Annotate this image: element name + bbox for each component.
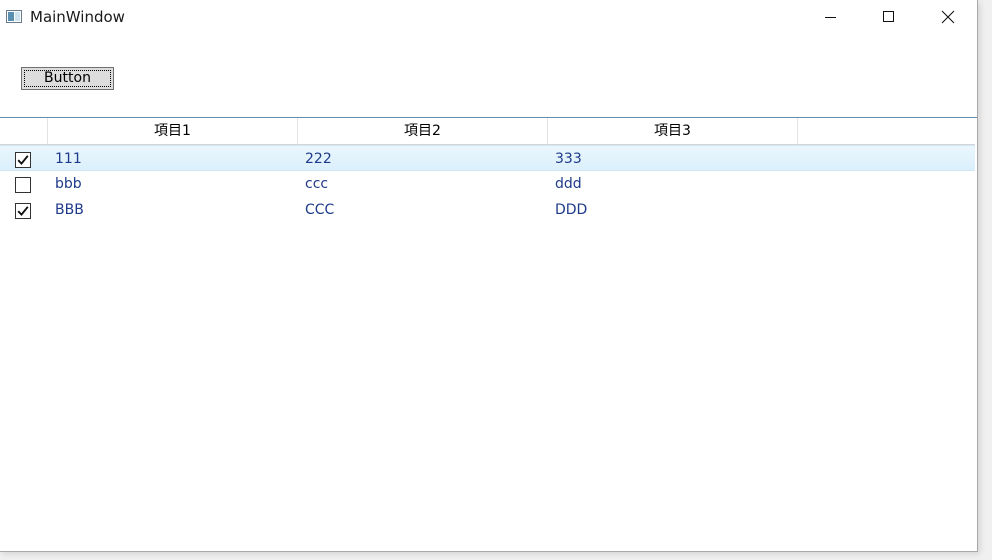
close-button[interactable]	[924, 0, 970, 34]
row-checkbox[interactable]	[15, 203, 32, 220]
table-cell[interactable]: 222	[305, 146, 332, 172]
window-title: MainWindow	[30, 8, 125, 26]
maximize-button[interactable]	[864, 0, 910, 34]
table-row[interactable]: bbb ccc ddd	[0, 171, 975, 197]
column-header-1[interactable]: 項目1	[48, 118, 298, 145]
table-cell[interactable]: bbb	[55, 171, 82, 197]
app-window-icon	[6, 10, 22, 23]
table-cell[interactable]: BBB	[55, 197, 84, 223]
main-window: MainWindow Button 項目1 項目2 項目3 111 222 33…	[0, 0, 978, 552]
main-button[interactable]: Button	[21, 67, 114, 90]
row-checkbox[interactable]	[15, 152, 32, 169]
table-row[interactable]: BBB CCC DDD	[0, 197, 975, 223]
table-cell[interactable]: 333	[555, 146, 582, 172]
table-row[interactable]: 111 222 333	[0, 145, 975, 171]
minimize-icon	[825, 17, 836, 18]
column-header-3[interactable]: 項目3	[548, 118, 798, 145]
row-checkbox[interactable]	[15, 177, 32, 194]
maximize-icon	[883, 11, 894, 22]
close-icon	[941, 10, 955, 24]
data-grid[interactable]: 項目1 項目2 項目3 111 222 333 bbb ccc ddd BBB …	[0, 117, 977, 551]
header-checkbox-column	[0, 118, 48, 145]
main-button-label: Button	[44, 70, 91, 86]
column-header-filler	[798, 118, 975, 145]
table-cell[interactable]: ddd	[555, 171, 582, 197]
table-cell[interactable]: DDD	[555, 197, 587, 223]
table-cell[interactable]: CCC	[305, 197, 334, 223]
column-header-2[interactable]: 項目2	[298, 118, 548, 145]
grid-header: 項目1 項目2 項目3	[0, 118, 975, 145]
minimize-button[interactable]	[806, 0, 852, 34]
title-bar[interactable]: MainWindow	[0, 0, 977, 34]
table-cell[interactable]: 111	[55, 146, 82, 172]
table-cell[interactable]: ccc	[305, 171, 328, 197]
